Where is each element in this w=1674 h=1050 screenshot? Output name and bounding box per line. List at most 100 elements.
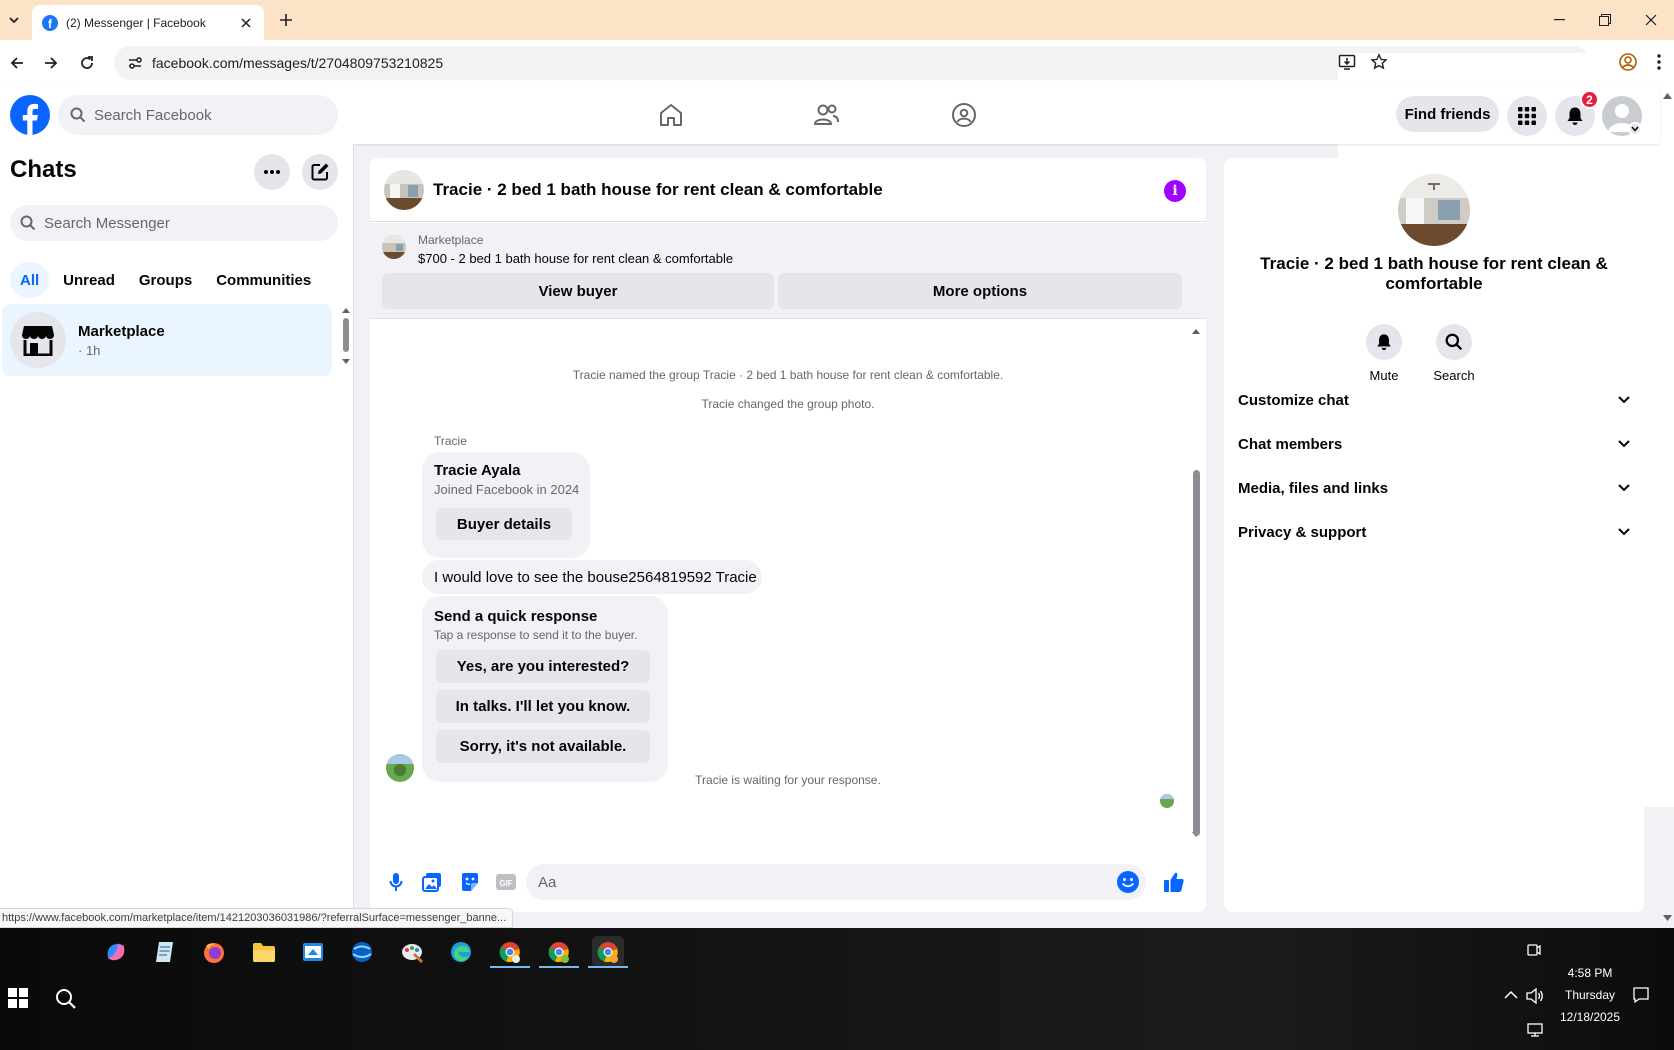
reload-icon[interactable] (76, 52, 98, 74)
quick-response-not-available-button[interactable]: Sorry, it's not available. (436, 730, 650, 763)
profile-icon[interactable] (1618, 52, 1638, 72)
search-messenger-placeholder: Search Messenger (44, 214, 170, 232)
browser-menu-icon[interactable] (1656, 52, 1662, 72)
section-media-files-links[interactable]: Media, files and links (1238, 466, 1630, 510)
mute-button[interactable]: Mute (1354, 324, 1414, 383)
clock-date[interactable]: 12/18/2025 (1545, 1010, 1635, 1024)
paint-app-icon[interactable] (396, 936, 428, 968)
filter-tab-communities[interactable]: Communities (206, 262, 321, 298)
buyer-details-button[interactable]: Buyer details (436, 508, 572, 540)
chat-options-more-icon[interactable] (254, 154, 290, 190)
menu-grid-icon[interactable] (1507, 96, 1547, 136)
search-in-chat-button[interactable]: Search (1424, 324, 1484, 383)
clock-time[interactable]: 4:58 PM (1555, 966, 1625, 980)
search-messenger-input[interactable]: Search Messenger (10, 205, 338, 241)
site-info-icon[interactable] (120, 48, 150, 78)
quick-response-hint: Tap a response to send it to the buyer. (434, 628, 638, 642)
message-composer: GIF Aa (370, 854, 1206, 912)
message-input-placeholder: Aa (538, 873, 557, 891)
notification-count-badge: 2 (1580, 90, 1599, 109)
close-window-icon[interactable] (1628, 0, 1674, 40)
notepad-app-icon[interactable] (149, 936, 181, 968)
message-input[interactable]: Aa (526, 864, 1146, 900)
chrome-profile-3-app-icon[interactable] (592, 936, 624, 968)
clock-day[interactable]: Thursday (1555, 988, 1625, 1002)
conversation-info-icon[interactable]: i (1164, 180, 1186, 202)
chat-list-item[interactable]: Marketplace · 1h (2, 304, 332, 376)
section-label: Media, files and links (1238, 479, 1389, 497)
tab-title: (2) Messenger | Facebook (66, 15, 206, 30)
minimize-window-icon[interactable] (1536, 0, 1582, 40)
section-chat-members[interactable]: Chat members (1238, 422, 1630, 466)
copilot-app-icon[interactable] (100, 936, 132, 968)
filter-tab-all[interactable]: All (10, 262, 50, 298)
back-arrow-icon[interactable] (6, 52, 28, 74)
quick-response-card: Send a quick response Tap a response to … (422, 596, 668, 782)
chat-list-panel: Chats Search Messenger All Unread Groups… (0, 144, 354, 928)
filter-tab-unread[interactable]: Unread (53, 262, 125, 298)
filter-tab-groups[interactable]: Groups (129, 262, 202, 298)
edge-app-icon[interactable] (445, 936, 477, 968)
globe-app-icon[interactable] (346, 936, 378, 968)
page-scroll-down-arrow-icon[interactable] (1660, 912, 1674, 924)
buyer-profile-card: Tracie Ayala Joined Facebook in 2024 Buy… (422, 452, 590, 558)
new-tab-plus-icon[interactable] (276, 10, 296, 30)
chrome-profile-1-app-icon[interactable] (494, 936, 526, 968)
volume-speaker-icon[interactable] (1526, 988, 1544, 1004)
find-friends-button[interactable]: Find friends (1396, 96, 1499, 132)
listing-thumbnail (382, 235, 406, 259)
facebook-search-input[interactable]: Search Facebook (58, 95, 338, 135)
group-photo-avatar[interactable] (384, 169, 424, 210)
restore-window-icon[interactable] (1582, 0, 1628, 40)
marketplace-listing-banner[interactable]: Marketplace $700 - 2 bed 1 bath house fo… (370, 223, 1206, 319)
attach-photo-icon[interactable] (420, 870, 444, 894)
section-label: Privacy & support (1238, 523, 1367, 541)
view-buyer-button[interactable]: View buyer (382, 273, 774, 309)
remote-app-icon[interactable] (297, 936, 329, 968)
emoji-icon[interactable] (1116, 870, 1140, 894)
chat-item-timestamp: · 1h (78, 342, 101, 358)
section-privacy-support[interactable]: Privacy & support (1238, 510, 1630, 554)
chat-filter-tabs: All Unread Groups Communities (10, 262, 321, 298)
close-tab-icon[interactable] (238, 15, 254, 31)
friends-icon[interactable] (811, 100, 841, 130)
buyer-name: Tracie Ayala (434, 462, 521, 479)
notifications-action-center-icon[interactable] (1632, 986, 1650, 1004)
section-customize-chat[interactable]: Customize chat (1238, 378, 1630, 422)
taskbar-search-icon[interactable] (54, 987, 78, 1011)
quick-response-in-talks-button[interactable]: In talks. I'll let you know. (436, 690, 650, 723)
gif-icon[interactable]: GIF (494, 870, 518, 894)
network-icon[interactable] (1527, 1023, 1543, 1037)
microphone-icon[interactable] (384, 870, 408, 894)
groups-icon[interactable] (949, 100, 979, 130)
running-indicator (588, 966, 628, 968)
search-icon (70, 107, 86, 123)
meet-now-icon[interactable] (1526, 942, 1542, 958)
more-options-button[interactable]: More options (778, 273, 1182, 309)
facebook-logo-icon[interactable] (10, 95, 50, 135)
forward-arrow-icon[interactable] (40, 52, 62, 74)
firefox-app-icon[interactable] (198, 936, 230, 968)
tab-search-chevron-icon[interactable] (4, 8, 24, 32)
sticker-icon[interactable] (458, 870, 482, 894)
chat-list-scrollbar[interactable] (340, 304, 352, 368)
sender-name: Tracie (434, 434, 467, 448)
file-explorer-app-icon[interactable] (248, 936, 280, 968)
marketplace-shop-icon (10, 312, 66, 368)
new-message-compose-icon[interactable] (302, 154, 338, 190)
home-icon[interactable] (656, 100, 686, 130)
conversation-panel: Tracie · 2 bed 1 bath house for rent cle… (370, 158, 1206, 912)
system-message: Tracie changed the group photo. (701, 397, 875, 411)
chats-heading: Chats (10, 156, 77, 183)
page-scroll-up-arrow-icon[interactable] (1660, 90, 1674, 102)
group-photo-large[interactable] (1398, 174, 1470, 246)
like-thumbs-up-icon[interactable] (1162, 870, 1186, 894)
browser-tab-messenger[interactable]: f (2) Messenger | Facebook (32, 5, 264, 40)
address-bar[interactable]: facebook.com/messages/t/2704809753210825 (114, 46, 1674, 807)
account-chevron-down-icon[interactable] (1628, 122, 1642, 136)
windows-start-icon[interactable] (8, 988, 28, 1008)
chrome-profile-2-app-icon[interactable] (543, 936, 575, 968)
show-hidden-icons-chevron-icon[interactable] (1504, 990, 1518, 1000)
listing-title: $700 - 2 bed 1 bath house for rent clean… (418, 251, 734, 266)
quick-response-yes-button[interactable]: Yes, are you interested? (436, 650, 650, 683)
